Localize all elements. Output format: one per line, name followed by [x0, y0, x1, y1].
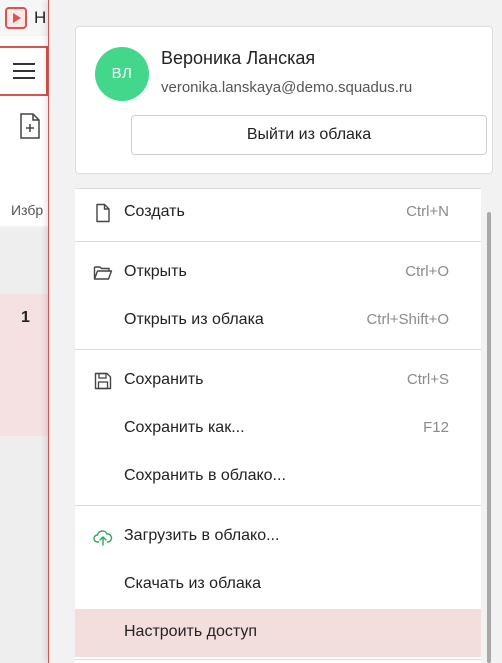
hamburger-line: [13, 77, 35, 79]
main-menu-panel: ВЛ Вероника Ланская veronika.lanskaya@de…: [48, 0, 502, 663]
menu-item-label: Создать: [124, 203, 185, 220]
menu-item-shortcut: F12: [423, 419, 449, 436]
app-title: Н: [34, 8, 47, 27]
menu-item-save-as[interactable]: Сохранить как... F12: [75, 405, 481, 453]
menu-item-shortcut: Ctrl+S: [406, 371, 449, 388]
menu-item-upload-to-cloud[interactable]: Загрузить в облако...: [75, 513, 481, 561]
app-logo-icon: [5, 7, 27, 29]
avatar: ВЛ: [95, 47, 149, 101]
new-document-icon[interactable]: [19, 113, 41, 144]
menu-item-open-from-cloud[interactable]: Открыть из облака Ctrl+Shift+O: [75, 297, 481, 345]
menu-scrollbar-track[interactable]: [481, 188, 502, 663]
folder-open-icon: [93, 263, 113, 283]
app-row-number: 1: [21, 309, 30, 326]
hamburger-line: [13, 70, 35, 72]
hamburger-menu-button[interactable]: [0, 46, 48, 96]
new-file-icon: [93, 203, 113, 223]
save-icon: [93, 371, 113, 391]
menu-item-download-from-cloud[interactable]: Скачать из облака: [75, 561, 481, 609]
account-card: ВЛ Вероника Ланская veronika.lanskaya@de…: [75, 26, 493, 174]
menu-item-shortcut: Ctrl+N: [406, 203, 449, 220]
menu-item-label: Открыть из облака: [124, 311, 264, 328]
user-name: Вероника Ланская: [161, 48, 316, 68]
menu-divider: [75, 241, 481, 242]
menu-scrollbar-thumb[interactable]: [487, 212, 491, 663]
menu-item-label: Сохранить как...: [124, 419, 245, 436]
favorites-label: Избр: [11, 202, 44, 218]
menu-item-open[interactable]: Открыть Ctrl+O: [75, 249, 481, 297]
menu-item-label: Сохранить в облако...: [124, 467, 286, 484]
menu-item-save-to-cloud[interactable]: Сохранить в облако...: [75, 453, 481, 501]
menu-item-create[interactable]: Создать Ctrl+N: [75, 189, 481, 237]
hamburger-line: [13, 63, 35, 65]
user-email: veronika.lanskaya@demo.squadus.ru: [161, 79, 413, 96]
menu-item-label: Скачать из облака: [124, 575, 261, 592]
menu-item-shortcut: Ctrl+Shift+O: [366, 311, 449, 328]
menu-list: Создать Ctrl+N Открыть Ctrl+O Открыть из…: [75, 188, 481, 663]
menu-item-label: Сохранить: [124, 371, 204, 388]
cloud-upload-icon: [93, 527, 113, 547]
menu-divider: [75, 349, 481, 350]
menu-divider: [75, 505, 481, 506]
menu-item-label: Открыть: [124, 263, 187, 280]
logout-button[interactable]: Выйти из облака: [131, 115, 487, 155]
menu-item-save[interactable]: Сохранить Ctrl+S: [75, 357, 481, 405]
menu-item-shortcut: Ctrl+O: [405, 263, 449, 280]
menu-item-label: Настроить доступ: [124, 623, 258, 640]
menu-item-label: Загрузить в облако...: [124, 527, 280, 544]
menu-item-configure-access[interactable]: Настроить доступ: [75, 609, 481, 657]
menu-divider: [75, 659, 481, 660]
